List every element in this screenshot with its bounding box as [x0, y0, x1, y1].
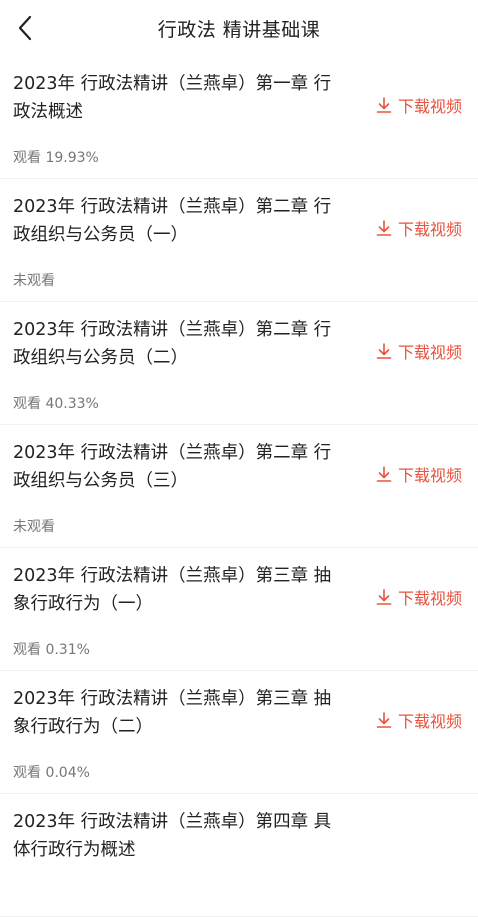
download-arrow-icon	[375, 96, 393, 114]
download-video-button[interactable]: 下载视频	[375, 462, 462, 486]
list-item[interactable]: 2023年 行政法精讲（兰燕卓）第二章 行政组织与公务员（二） 观看 40.33…	[0, 302, 478, 425]
video-title: 2023年 行政法精讲（兰燕卓）第二章 行政组织与公务员（三）	[13, 443, 332, 491]
back-button[interactable]	[8, 10, 42, 46]
list-item[interactable]: 2023年 行政法精讲（兰燕卓）第三章 抽象行政行为（一） 观看 0.31% 下…	[0, 548, 478, 671]
download-video-button[interactable]: 下载视频	[375, 585, 462, 609]
video-list: 2023年 行政法精讲（兰燕卓）第一章 行政法概述 观看 19.93% 下载视频…	[0, 56, 478, 917]
list-item[interactable]: 2023年 行政法精讲（兰燕卓）第四章 具体行政行为概述	[0, 794, 478, 917]
download-label: 下载视频	[397, 343, 462, 362]
download-arrow-icon	[375, 588, 393, 606]
download-label: 下载视频	[397, 466, 462, 485]
download-arrow-icon	[375, 711, 393, 729]
video-title: 2023年 行政法精讲（兰燕卓）第四章 具体行政行为概述	[13, 812, 332, 860]
download-label: 下载视频	[397, 97, 462, 116]
download-video-button[interactable]: 下载视频	[375, 216, 462, 240]
watch-status: 未观看	[13, 273, 55, 289]
watch-status: 观看 0.31%	[13, 642, 90, 658]
download-arrow-icon	[375, 465, 393, 483]
watch-status: 观看 19.93%	[13, 150, 99, 166]
page-title: 行政法 精讲基础课	[157, 18, 321, 41]
watch-status: 未观看	[13, 519, 55, 535]
download-arrow-icon	[375, 342, 393, 360]
list-item[interactable]: 2023年 行政法精讲（兰燕卓）第二章 行政组织与公务员（三） 未观看 下载视频	[0, 425, 478, 548]
video-title: 2023年 行政法精讲（兰燕卓）第三章 抽象行政行为（二）	[13, 689, 332, 737]
download-label: 下载视频	[397, 220, 462, 239]
video-title: 2023年 行政法精讲（兰燕卓）第三章 抽象行政行为（一）	[13, 566, 332, 614]
watch-status: 观看 0.04%	[13, 765, 90, 781]
video-title: 2023年 行政法精讲（兰燕卓）第一章 行政法概述	[13, 74, 332, 122]
chevron-left-icon	[18, 15, 32, 41]
video-title: 2023年 行政法精讲（兰燕卓）第二章 行政组织与公务员（二）	[13, 320, 332, 368]
watch-status: 观看 40.33%	[13, 396, 99, 412]
download-arrow-icon	[375, 219, 393, 237]
download-video-button[interactable]: 下载视频	[375, 93, 462, 117]
download-label: 下载视频	[397, 589, 462, 608]
list-item[interactable]: 2023年 行政法精讲（兰燕卓）第三章 抽象行政行为（二） 观看 0.04% 下…	[0, 671, 478, 794]
top-bar: 行政法 精讲基础课	[0, 0, 478, 56]
video-title: 2023年 行政法精讲（兰燕卓）第二章 行政组织与公务员（一）	[13, 197, 332, 245]
download-video-button[interactable]: 下载视频	[375, 708, 462, 732]
list-item[interactable]: 2023年 行政法精讲（兰燕卓）第二章 行政组织与公务员（一） 未观看 下载视频	[0, 179, 478, 302]
download-label: 下载视频	[397, 712, 462, 731]
list-item[interactable]: 2023年 行政法精讲（兰燕卓）第一章 行政法概述 观看 19.93% 下载视频	[0, 56, 478, 179]
download-video-button[interactable]: 下载视频	[375, 339, 462, 363]
